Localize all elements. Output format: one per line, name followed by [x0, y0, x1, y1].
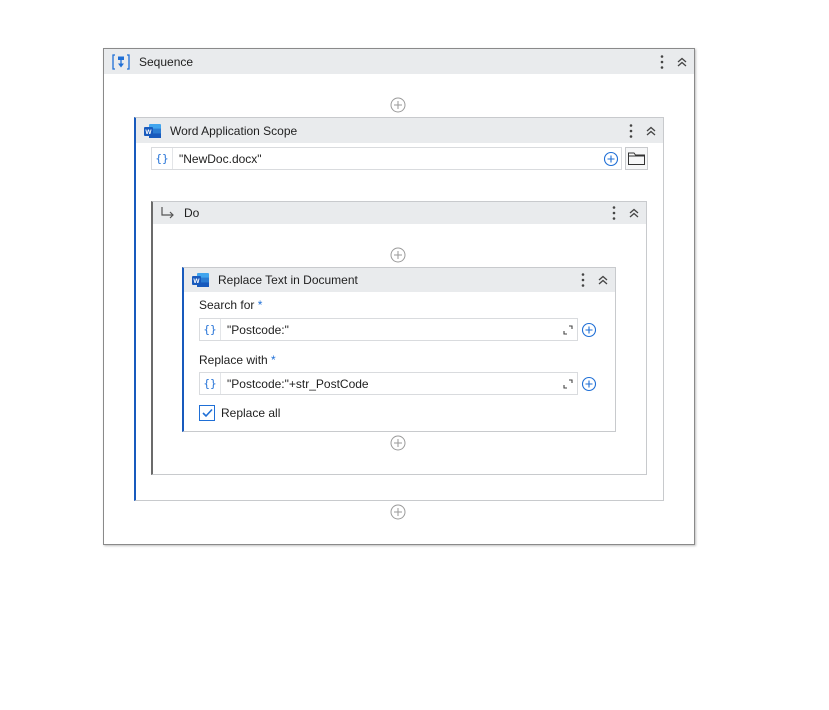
word-scope-header[interactable]: W Word Application Scope	[136, 118, 663, 143]
add-activity-icon[interactable]	[390, 247, 406, 263]
do-kebab-menu-icon[interactable]	[608, 204, 620, 222]
do-arrow-icon	[160, 206, 176, 220]
sequence-header[interactable]: Sequence	[104, 49, 694, 74]
sequence-title: Sequence	[139, 54, 194, 69]
search-for-label: Search for *	[199, 298, 262, 312]
replace-text-header[interactable]: W Replace Text in Document	[184, 268, 615, 292]
word-icon: W	[144, 123, 161, 138]
replace-text-collapse-icon[interactable]	[595, 271, 611, 289]
file-path-value[interactable]: "NewDoc.docx"	[173, 152, 603, 166]
do-header[interactable]: Do	[153, 202, 646, 224]
word-scope-collapse-icon[interactable]	[643, 122, 659, 140]
svg-text:W: W	[145, 129, 152, 136]
word-icon: W	[192, 273, 209, 287]
search-for-plus-icon[interactable]	[580, 321, 598, 339]
sequence-icon	[112, 53, 130, 70]
expand-editor-icon[interactable]	[559, 321, 577, 339]
replace-with-plus-icon[interactable]	[580, 375, 598, 393]
replace-text-kebab-menu-icon[interactable]	[577, 271, 589, 289]
word-scope-kebab-menu-icon[interactable]	[625, 122, 637, 140]
replace-with-label-text: Replace with	[199, 353, 268, 367]
expression-brace-icon: {}	[200, 373, 221, 394]
search-for-field[interactable]: {} "Postcode:"	[199, 318, 578, 341]
replace-text-title: Replace Text in Document	[218, 273, 358, 287]
replace-all-label: Replace all	[221, 406, 281, 420]
replace-all-checkbox[interactable]	[199, 405, 215, 421]
expression-brace-icon: {}	[200, 319, 221, 340]
required-marker: *	[257, 298, 263, 312]
expression-brace-icon: {}	[152, 148, 173, 169]
file-path-field[interactable]: {} "NewDoc.docx"	[151, 147, 622, 170]
do-collapse-icon[interactable]	[626, 204, 642, 222]
sequence-kebab-menu-icon[interactable]	[656, 53, 668, 71]
svg-text:W: W	[193, 278, 200, 285]
search-for-value[interactable]: "Postcode:"	[221, 323, 559, 337]
replace-with-value[interactable]: "Postcode:"+str_PostCode	[221, 377, 559, 391]
replace-with-label: Replace with *	[199, 353, 276, 367]
expand-editor-icon[interactable]	[559, 375, 577, 393]
add-activity-icon[interactable]	[390, 504, 406, 520]
replace-with-field[interactable]: {} "Postcode:"+str_PostCode	[199, 372, 578, 395]
do-title: Do	[184, 206, 200, 220]
required-marker: *	[271, 353, 276, 367]
replace-all-option[interactable]: Replace all	[199, 405, 280, 421]
search-for-label-text: Search for	[199, 298, 255, 312]
add-activity-icon[interactable]	[390, 97, 406, 113]
file-path-plus-icon[interactable]	[602, 150, 620, 168]
add-activity-icon[interactable]	[390, 435, 406, 451]
word-scope-title: Word Application Scope	[170, 123, 298, 138]
sequence-collapse-icon[interactable]	[674, 53, 690, 71]
browse-folder-icon[interactable]	[625, 147, 648, 170]
